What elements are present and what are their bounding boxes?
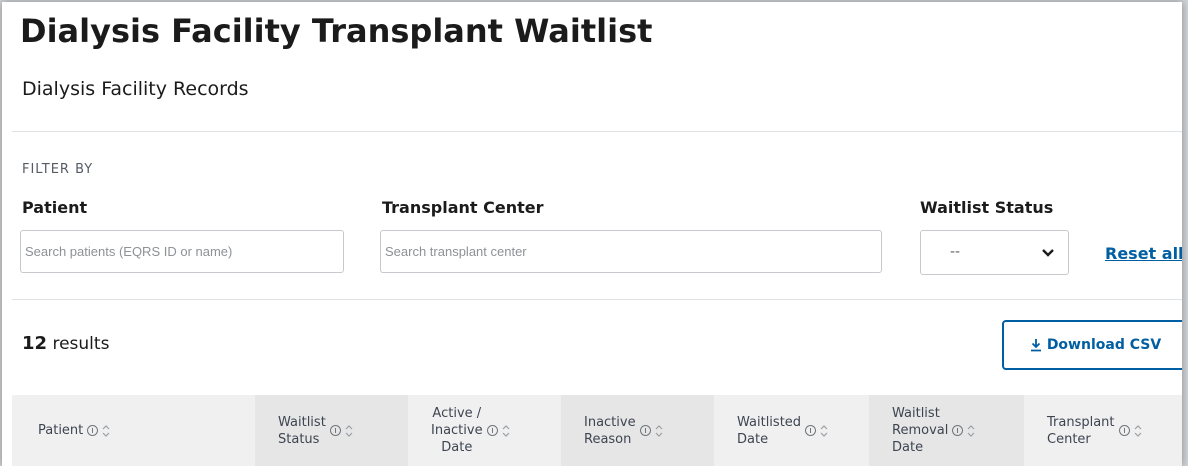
info-icon[interactable] — [639, 425, 651, 436]
column-header-line: Removal — [892, 423, 949, 438]
column-header-line: Inactive — [431, 423, 483, 438]
column-header-line: Date — [892, 440, 924, 455]
column-header-label: Active / Inactive Date — [431, 405, 483, 456]
column-header-label: Patient — [38, 422, 83, 439]
results-number: 12 — [22, 333, 48, 354]
waitlist-status-selected: -- — [950, 244, 961, 260]
info-icon[interactable] — [1118, 425, 1130, 436]
results-label: results — [52, 334, 110, 354]
column-header-active-inactive-date[interactable]: Active / Inactive Date — [408, 395, 561, 466]
sort-icon[interactable] — [967, 424, 975, 438]
column-header-waitlist-status[interactable]: Waitlist Status — [255, 395, 408, 466]
info-icon[interactable] — [805, 425, 817, 436]
column-header-label: Waitlist Removal Date — [892, 405, 948, 456]
column-header-line: Reason — [584, 431, 632, 447]
column-header-line: Waitlist — [892, 406, 940, 421]
column-header-label: Waitlist Status — [278, 414, 326, 448]
sort-icon[interactable] — [1134, 424, 1142, 438]
reset-all-link[interactable]: Reset all — [1105, 244, 1182, 263]
page-subtitle: Dialysis Facility Records — [22, 78, 249, 100]
column-header-waitlist-removal-date[interactable]: Waitlist Removal Date — [869, 395, 1024, 466]
column-header-label: Inactive Reason — [584, 414, 636, 448]
sort-icon[interactable] — [345, 424, 353, 438]
column-header-line: Waitlisted — [737, 414, 802, 430]
column-header-line: Waitlist — [278, 414, 326, 430]
column-header-label: Transplant Center — [1047, 414, 1115, 448]
info-icon[interactable] — [952, 425, 964, 436]
table-header: Patient Waitlist Status Active / Inactive Dat… — [12, 395, 1182, 466]
page-title: Dialysis Facility Transplant Waitlist — [20, 12, 653, 50]
download-csv-button[interactable]: Download CSV — [1002, 320, 1182, 370]
column-header-line: Transplant — [1047, 414, 1115, 430]
divider — [12, 299, 1182, 300]
column-header-line: Date — [441, 440, 473, 455]
info-icon[interactable] — [87, 425, 99, 436]
column-header-line: Date — [737, 431, 769, 447]
results-count: 12 results — [22, 333, 109, 354]
column-header-transplant-center[interactable]: Transplant Center — [1024, 395, 1182, 466]
transplant-center-filter-label: Transplant Center — [382, 198, 544, 217]
waitlist-status-filter-label: Waitlist Status — [920, 198, 1054, 217]
chevron-down-icon — [1042, 249, 1054, 257]
column-header-line: Status — [278, 431, 320, 447]
column-header-inactive-reason[interactable]: Inactive Reason — [561, 395, 714, 466]
divider — [12, 131, 1182, 132]
sort-icon[interactable] — [502, 424, 510, 438]
column-header-label: Waitlisted Date — [737, 414, 801, 448]
info-icon[interactable] — [486, 425, 498, 436]
sort-icon[interactable] — [655, 424, 663, 438]
column-header-patient[interactable]: Patient — [12, 395, 255, 466]
patient-search-input[interactable] — [20, 230, 344, 273]
waitlist-status-select[interactable]: -- — [920, 230, 1069, 275]
sort-icon[interactable] — [820, 424, 828, 438]
download-csv-label: Download CSV — [1046, 337, 1162, 353]
sort-icon[interactable] — [102, 424, 110, 438]
column-header-line: Inactive — [584, 414, 636, 430]
filter-heading: FILTER BY — [22, 162, 94, 177]
column-header-line: Center — [1047, 431, 1091, 447]
waitlist-page: Dialysis Facility Transplant Waitlist Di… — [2, 2, 1182, 466]
column-header-waitlisted-date[interactable]: Waitlisted Date — [714, 395, 869, 466]
column-header-line: Patient — [38, 423, 84, 438]
info-icon[interactable] — [329, 425, 341, 436]
download-icon — [1030, 339, 1041, 352]
patient-filter-label: Patient — [22, 198, 88, 217]
column-header-line: Active / — [432, 406, 482, 421]
transplant-center-search-input[interactable] — [380, 230, 882, 273]
